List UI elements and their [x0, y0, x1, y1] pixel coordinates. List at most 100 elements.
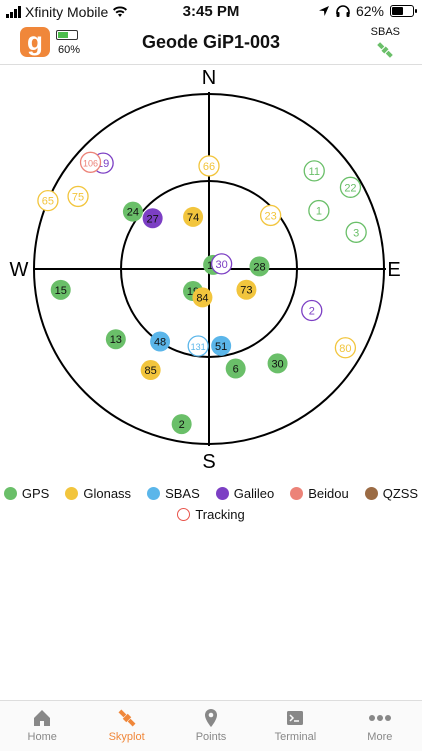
satellite-marker[interactable]: 65: [37, 189, 59, 212]
satellite-marker[interactable]: 75: [67, 185, 89, 208]
satellite-id: 80: [339, 343, 351, 355]
satellite-id: 51: [215, 341, 227, 353]
legend-item: Beidou: [290, 486, 349, 501]
satellite-marker[interactable]: 22: [339, 176, 362, 198]
satellite-id: 24: [127, 207, 139, 219]
legend-swatch: [215, 487, 229, 500]
compass-south: S: [202, 451, 215, 473]
page-title: Geode GiP1-003: [141, 32, 281, 52]
legend-label: Glonass: [83, 486, 132, 501]
satellite-marker[interactable]: 2: [171, 414, 192, 435]
legend: GPS Glonass SBAS Galileo Beidou QZSS Tracking: [0, 486, 422, 528]
tab-label: More: [367, 731, 393, 743]
compass-north: N: [202, 67, 216, 89]
satellite-id: 22: [344, 182, 356, 194]
satellite-id: 74: [187, 212, 199, 224]
satellite-id: 2: [179, 419, 185, 431]
legend-swatch: [290, 487, 304, 500]
satellite-id: 15: [55, 285, 67, 297]
tab-label: Terminal: [274, 731, 317, 743]
sbas-indicator[interactable]: SBAS: [371, 26, 400, 60]
legend-label: QZSS: [382, 486, 419, 501]
satellite-marker[interactable]: 85: [140, 360, 161, 381]
satellite-marker[interactable]: 30: [267, 353, 288, 374]
compass-east: E: [387, 259, 400, 281]
tracking-ring-icon: [177, 508, 191, 521]
legend-label: Galileo: [233, 486, 275, 501]
map-pin-icon: [205, 709, 218, 727]
status-bar: Xfinity Mobile 3:45 PM 62%: [0, 0, 422, 24]
satellite-marker[interactable]: 74: [183, 206, 204, 227]
satellite-marker[interactable]: 66: [198, 155, 220, 177]
legend-label: SBAS: [165, 486, 200, 501]
satellite-icon: [377, 42, 394, 58]
satellite-marker[interactable]: 15: [50, 279, 71, 300]
legend-item: SBAS: [147, 486, 200, 501]
tab-more[interactable]: More: [338, 701, 422, 751]
compass-west: W: [10, 259, 29, 281]
skyplot: N S W E 66191067565111222332427741730281…: [10, 67, 401, 473]
legend-label: GPS: [21, 486, 50, 501]
battery-icon: [390, 5, 417, 17]
tab-skyplot[interactable]: Skyplot: [84, 701, 168, 751]
legend-item-tracking: Tracking: [177, 507, 245, 522]
headphones-icon: [336, 5, 350, 17]
sbas-label: SBAS: [370, 26, 400, 38]
satellite-marker[interactable]: 1: [308, 199, 330, 222]
satellite-marker[interactable]: 80: [334, 337, 357, 359]
satellite-id: 65: [42, 196, 54, 208]
legend-item: Galileo: [215, 486, 275, 501]
legend-item: QZSS: [364, 486, 419, 501]
legend-label: Tracking: [195, 507, 245, 522]
satellite-id: 1: [316, 206, 322, 218]
terminal-icon: [287, 711, 304, 725]
satellite-icon: [118, 709, 136, 727]
legend-item: Glonass: [65, 486, 131, 501]
home-icon: [34, 710, 51, 726]
satellite-marker[interactable]: 28: [249, 256, 270, 277]
satellite-id: 84: [196, 292, 208, 304]
satellite-id: 85: [145, 365, 157, 377]
tab-terminal[interactable]: Terminal: [253, 701, 337, 751]
tab-label: Points: [195, 731, 227, 743]
satellite-id: 30: [215, 259, 227, 271]
satellite-marker[interactable]: 27: [142, 208, 163, 229]
satellite-marker[interactable]: 11: [303, 160, 325, 182]
location-arrow-icon: [318, 6, 329, 16]
legend-swatch: [65, 487, 79, 500]
tab-bar: Home Skyplot Points Terminal More: [0, 700, 422, 751]
satellite-id: 3: [353, 227, 359, 239]
satellite-marker[interactable]: 30: [210, 253, 233, 275]
legend-swatch: [147, 487, 161, 500]
satellite-marker[interactable]: 6: [225, 358, 246, 379]
legend-label: Beidou: [308, 486, 349, 501]
legend-row: GPS Glonass SBAS Galileo Beidou QZSS: [0, 486, 422, 501]
satellite-marker[interactable]: 13: [105, 329, 126, 350]
satellite-id: 27: [147, 213, 159, 225]
satellite-id: 66: [203, 161, 215, 173]
satellite-id: 131: [191, 342, 206, 352]
satellite-id: 13: [110, 334, 122, 346]
tab-label: Skyplot: [108, 731, 145, 743]
satellite-marker[interactable]: 51: [211, 335, 232, 356]
satellite-marker[interactable]: 84: [192, 287, 213, 308]
satellite-marker[interactable]: 131: [187, 335, 209, 357]
tab-home[interactable]: Home: [0, 701, 84, 751]
satellite-marker[interactable]: 24: [122, 201, 143, 222]
satellite-marker[interactable]: 106: [79, 151, 102, 173]
satellite-id: 11: [309, 166, 320, 178]
satellite-id: 75: [72, 191, 84, 203]
battery-percent: 62%: [355, 3, 384, 19]
satellite-marker[interactable]: 3: [345, 221, 367, 243]
satellite-id: 73: [240, 285, 252, 297]
satellite-id: 106: [83, 158, 98, 168]
satellite-id: 30: [271, 358, 283, 370]
satellite-marker[interactable]: 48: [150, 331, 171, 352]
satellite-marker[interactable]: 2: [301, 299, 323, 322]
app-header: g 60% Geode GiP1-003 SBAS: [0, 24, 422, 65]
satellite-id: 6: [233, 364, 239, 376]
tab-points[interactable]: Points: [169, 701, 253, 751]
satellite-id: 48: [154, 337, 166, 349]
satellite-marker[interactable]: 73: [236, 279, 257, 300]
satellite-marker[interactable]: 23: [259, 204, 282, 227]
